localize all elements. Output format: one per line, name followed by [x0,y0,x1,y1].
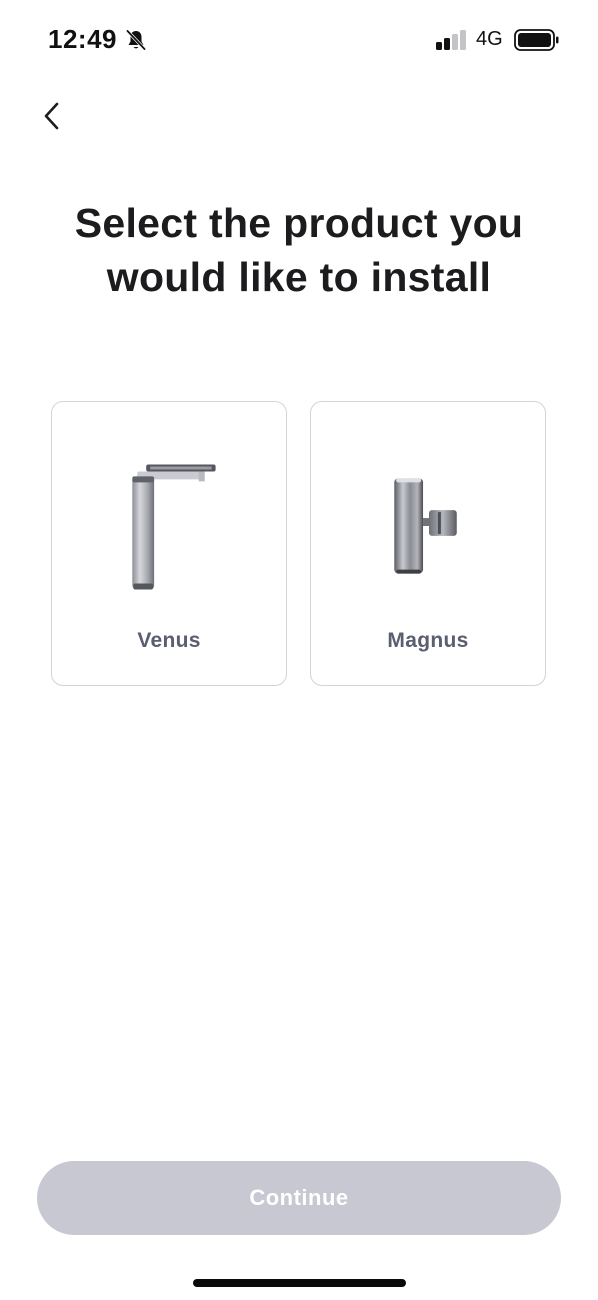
page-title: Select the product you would like to ins… [74,200,524,300]
status-time: 12:49 [48,24,117,54]
product-label-magnus: Magnus [387,629,469,652]
signal-icon [436,30,466,50]
home-indicator [193,1279,406,1287]
chevron-left-icon [44,102,59,130]
product-card-magnus[interactable]: Magnus [310,401,546,686]
back-button[interactable] [32,96,72,136]
magnus-product-image [394,478,457,574]
product-card-venus[interactable]: Venus [51,401,287,686]
continue-button[interactable]: Continue [37,1161,561,1235]
venus-product-image [132,464,216,590]
battery-icon [514,29,559,51]
network-type: 4G [476,28,503,50]
product-label-venus: Venus [137,629,201,652]
bell-slash-icon [125,29,147,51]
status-bar: 12:49 4G [0,0,598,80]
